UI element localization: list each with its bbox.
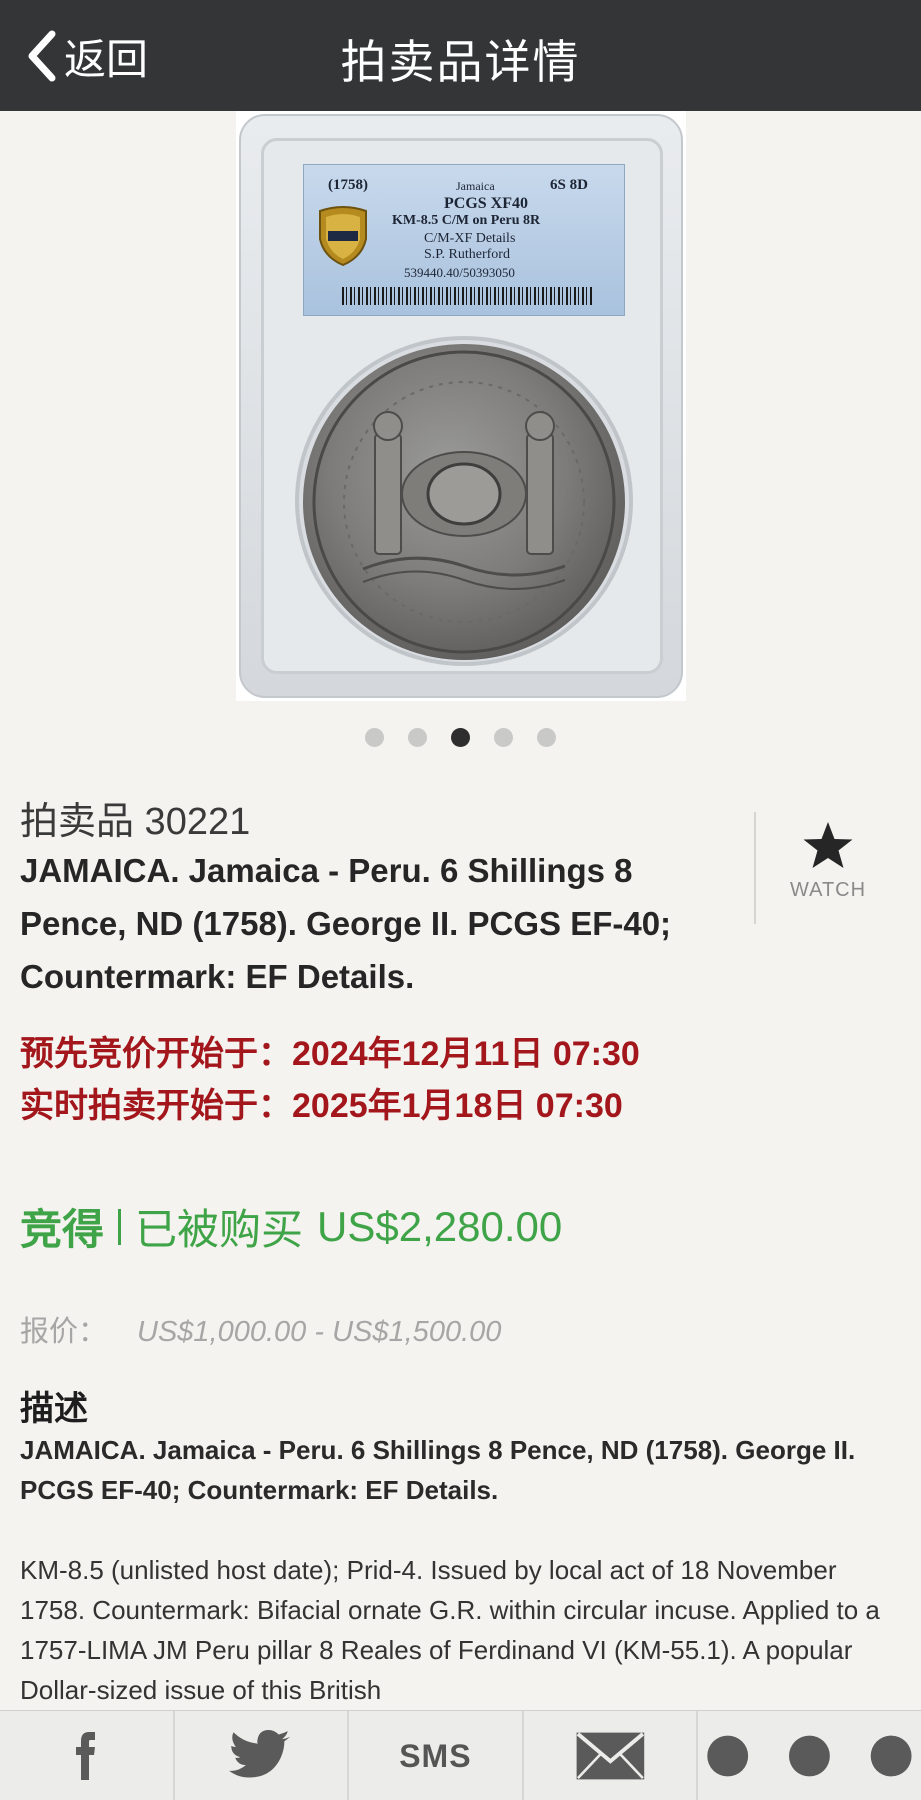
share-email-button[interactable] <box>524 1711 699 1800</box>
more-icon <box>707 1735 912 1777</box>
description-heading: 描述 <box>20 1390 88 1428</box>
pcgs-shield-icon <box>319 206 367 267</box>
divider <box>754 812 756 924</box>
estimate: 报价： US$1,000.00 - US$1,500.00 <box>20 1308 501 1350</box>
estimate-value: US$1,000.00 - US$1,500.00 <box>137 1316 502 1348</box>
share-sms-button[interactable]: SMS <box>349 1711 524 1800</box>
slab-details: C/M-XF Details <box>424 231 516 246</box>
share-twitter-button[interactable] <box>175 1711 350 1800</box>
sms-label: SMS <box>399 1737 472 1774</box>
auction-dates: 预先竞价开始于：2024年12月11日 07:30 实时拍卖开始于：2025年1… <box>20 1028 640 1132</box>
twitter-icon <box>229 1730 291 1778</box>
page-title: 拍卖品详情 <box>340 36 581 88</box>
lot-image[interactable]: (1758) Jamaica 6S 8D PCGS XF40 KM-8.5 C/… <box>236 111 686 701</box>
slab-barcode <box>342 287 592 305</box>
sold-price: US$2,280.00 <box>317 1202 563 1250</box>
carousel-dot[interactable] <box>537 728 556 747</box>
won-label: 竞得 <box>20 1206 105 1253</box>
prebid-start: 预先竞价开始于：2024年12月11日 07:30 <box>20 1035 640 1073</box>
coin-slab: (1758) Jamaica 6S 8D PCGS XF40 KM-8.5 C/… <box>239 114 683 698</box>
sold-status: 已被购买 <box>135 1206 304 1253</box>
slab-catalog: KM-8.5 C/M on Peru 8R <box>392 213 541 228</box>
coin-design <box>312 350 616 654</box>
result-separator <box>118 1208 122 1245</box>
share-bar: SMS <box>0 1710 921 1800</box>
mail-icon <box>576 1732 644 1780</box>
coin <box>303 344 625 660</box>
slab-country: Jamaica <box>456 179 495 193</box>
slab-label: (1758) Jamaica 6S 8D PCGS XF40 KM-8.5 C/… <box>303 164 625 316</box>
sale-result: 竞得 已被购买 US$2,280.00 <box>20 1196 562 1257</box>
top-navigation-bar: 返回 拍卖品详情 <box>0 0 921 111</box>
star-icon <box>803 822 853 868</box>
lot-title: JAMAICA. Jamaica - Peru. 6 Shillings 8 P… <box>20 852 672 995</box>
slab-year: (1758) <box>328 177 368 193</box>
lot-number: 拍卖品 30221 <box>20 801 251 843</box>
description-summary: JAMAICA. Jamaica - Peru. 6 Shillings 8 P… <box>20 1435 856 1505</box>
slab-pedigree: S.P. Rutherford <box>424 247 510 262</box>
carousel-dot[interactable] <box>365 728 384 747</box>
watch-label: WATCH <box>789 879 867 901</box>
slab-grade: PCGS XF40 <box>444 195 528 212</box>
slab-denomination: 6S 8D <box>550 177 588 193</box>
live-auction-start: 实时拍卖开始于：2025年1月18日 07:30 <box>20 1087 623 1125</box>
slab-cert-number: 539440.40/50393050 <box>404 265 515 280</box>
facebook-icon <box>76 1732 96 1780</box>
carousel-dot[interactable] <box>408 728 427 747</box>
carousel-indicator[interactable] <box>0 728 921 747</box>
carousel-dot[interactable] <box>494 728 513 747</box>
description-body: KM-8.5 (unlisted host date); Prid-4. Iss… <box>20 1555 880 1705</box>
share-facebook-button[interactable] <box>0 1711 175 1800</box>
estimate-label: 报价： <box>20 1316 108 1348</box>
carousel-dot-active[interactable] <box>451 728 470 747</box>
watch-button[interactable]: WATCH <box>770 820 886 902</box>
share-more-button[interactable] <box>698 1711 921 1800</box>
